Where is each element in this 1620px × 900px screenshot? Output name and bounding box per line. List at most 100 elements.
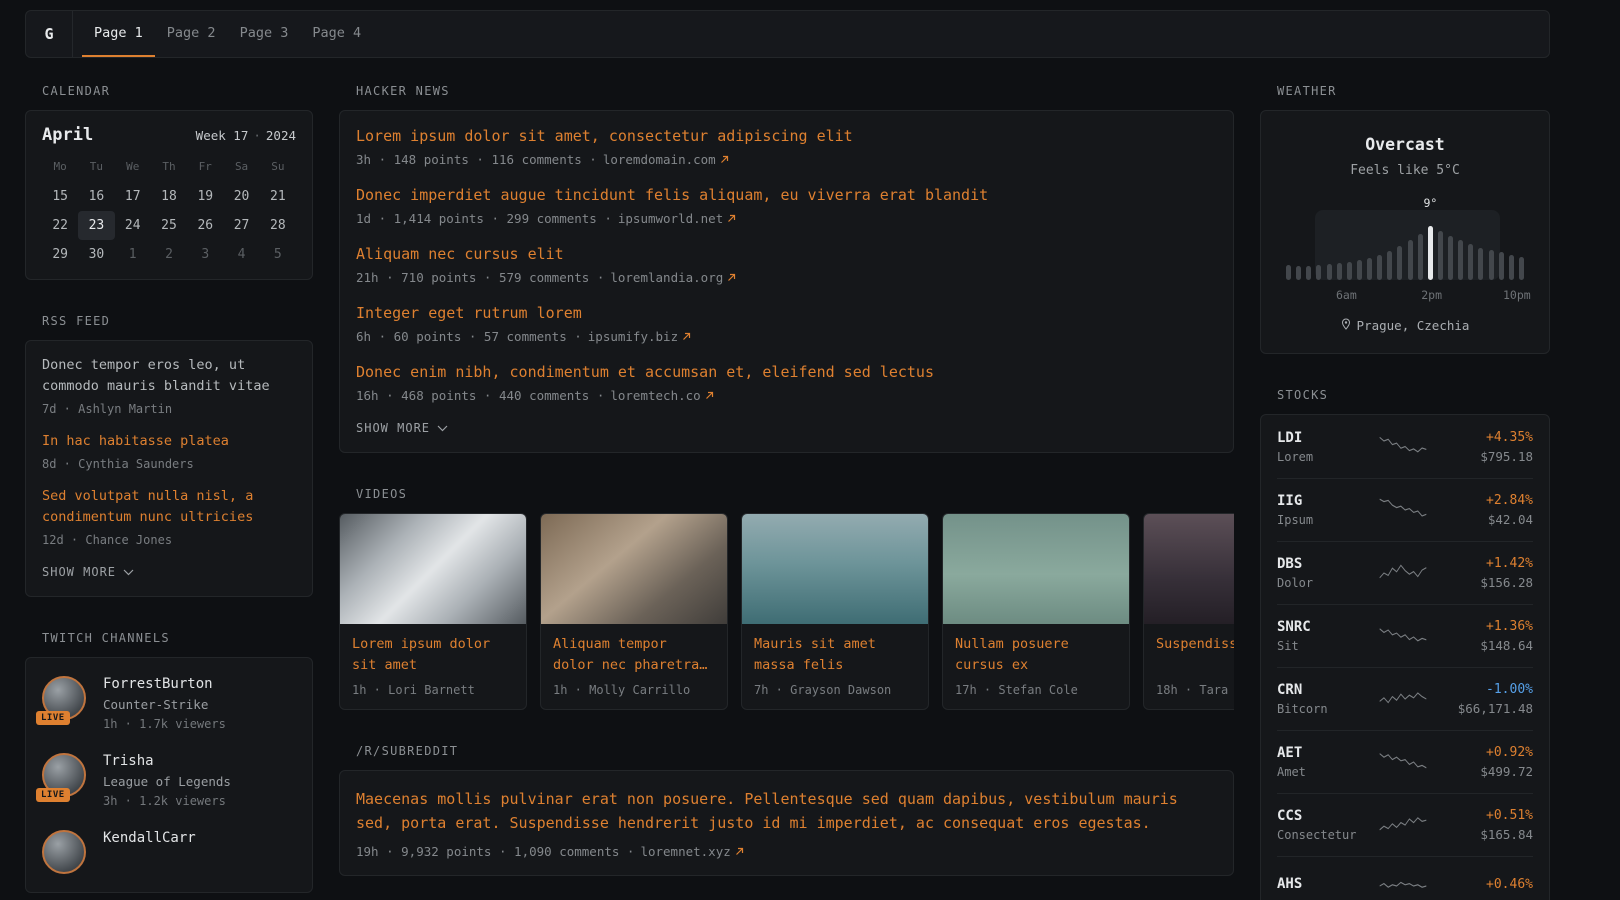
video-thumbnail[interactable] xyxy=(943,514,1129,624)
video-title[interactable]: Suspendisse diam xyxy=(1156,634,1234,676)
weather-bar xyxy=(1509,255,1514,280)
weather-condition: Overcast xyxy=(1277,135,1533,154)
right-column: WEATHER Overcast Feels like 5°C 9° 6am 2… xyxy=(1260,84,1550,900)
video-card: Suspendisse diam 18h · Tara xyxy=(1143,513,1234,710)
stock-sparkline xyxy=(1379,558,1427,588)
dot-separator: · xyxy=(253,128,261,143)
tab-page-2[interactable]: Page 2 xyxy=(155,11,228,57)
post-title[interactable]: Maecenas mollis pulvinar erat non posuer… xyxy=(356,787,1217,835)
hn-item-title[interactable]: Aliquam nec cursus elit xyxy=(356,245,1217,263)
hn-domain-link[interactable]: ipsumworld.net xyxy=(618,211,736,226)
stock-name: Amet xyxy=(1277,765,1373,779)
video-title[interactable]: Aliquam tempor dolor nec pharetra… xyxy=(553,634,715,676)
rss-item: Sed volutpat nulla nisl, a condimentum n… xyxy=(42,486,296,547)
show-more-button[interactable]: SHOW MORE xyxy=(356,421,448,435)
stock-price: $66,171.48 xyxy=(1433,701,1533,716)
hn-item: Lorem ipsum dolor sit amet, consectetur … xyxy=(356,127,1217,167)
weather-bar xyxy=(1367,258,1372,280)
stock-price: $148.64 xyxy=(1433,638,1533,653)
tab-page-1[interactable]: Page 1 xyxy=(82,11,155,57)
content-columns: CALENDAR April Week 17·2024 Mo Tu We Th … xyxy=(25,84,1550,900)
twitch-channel[interactable]: LIVE Trisha League of Legends 3h · 1.2k … xyxy=(42,753,296,808)
calendar-day: 16 xyxy=(78,182,114,211)
stock-sparkline xyxy=(1379,684,1427,714)
hn-domain: loremlandia.org xyxy=(610,270,723,285)
calendar-day: 19 xyxy=(187,182,223,211)
video-title[interactable]: Lorem ipsum dolor sit amet consectetu… xyxy=(352,634,514,676)
video-thumbnail[interactable] xyxy=(340,514,526,624)
rss-item-meta: 8d · Cynthia Saunders xyxy=(42,457,296,471)
day-header: Su xyxy=(260,155,296,182)
twitch-channel[interactable]: LIVE ForrestBurton Counter-Strike 1h · 1… xyxy=(42,676,296,731)
video-thumbnail[interactable] xyxy=(742,514,928,624)
stock-ticker: IIG xyxy=(1277,493,1373,509)
calendar-day-next-month: 2 xyxy=(151,240,187,269)
stock-sparkline xyxy=(1379,495,1427,525)
hn-item-title[interactable]: Donec imperdiet augue tincidunt felis al… xyxy=(356,186,1217,204)
weather-time-label: 10pm xyxy=(1503,288,1531,302)
stock-name: Consectetur xyxy=(1277,828,1373,842)
hackernews-widget: Lorem ipsum dolor sit amet, consectetur … xyxy=(339,110,1234,453)
rss-item-title[interactable]: Donec tempor eros leo, ut commodo mauris… xyxy=(42,355,296,397)
post-domain-link[interactable]: loremnet.xyz xyxy=(640,844,743,859)
video-body: Suspendisse diam 18h · Tara xyxy=(1144,624,1234,709)
weather-bar xyxy=(1408,240,1413,280)
stock-change: +0.46% xyxy=(1433,877,1533,892)
twitch-channel[interactable]: KendallCarr xyxy=(42,830,296,874)
tab-page-3[interactable]: Page 3 xyxy=(228,11,301,57)
hn-meta-text: 21h · 710 points · 579 comments · xyxy=(356,270,604,285)
hn-item-title[interactable]: Integer eget rutrum lorem xyxy=(356,304,1217,322)
stock-row[interactable]: IIG Ipsum +2.84% $42.04 xyxy=(1277,478,1533,541)
stock-price: $499.72 xyxy=(1433,764,1533,779)
calendar-day-next-month: 1 xyxy=(115,240,151,269)
weather-bar xyxy=(1306,266,1311,280)
stock-row[interactable]: AHS +0.46% xyxy=(1277,856,1533,900)
rss-item-title[interactable]: In hac habitasse platea xyxy=(42,431,296,452)
subreddit-section-title: /R/SUBREDDIT xyxy=(356,744,1234,758)
channel-meta: 3h · 1.2k viewers xyxy=(103,794,231,808)
stock-row[interactable]: CCS Consectetur +0.51% $165.84 xyxy=(1277,793,1533,856)
hn-item-meta: 6h · 60 points · 57 comments · ipsumify.… xyxy=(356,329,1217,344)
logo[interactable]: G xyxy=(26,11,73,57)
post-meta: 19h · 9,932 points · 1,090 comments · lo… xyxy=(356,844,1217,859)
weather-bar xyxy=(1387,251,1392,280)
show-more-button[interactable]: SHOW MORE xyxy=(42,565,134,579)
stock-sparkline xyxy=(1379,871,1427,900)
stock-id: AET Amet xyxy=(1277,745,1373,779)
stock-ticker: LDI xyxy=(1277,430,1373,446)
stock-row[interactable]: SNRC Sit +1.36% $148.64 xyxy=(1277,604,1533,667)
video-title[interactable]: Nullam posuere cursus ex xyxy=(955,634,1117,676)
hn-item-title[interactable]: Donec enim nibh, condimentum et accumsan… xyxy=(356,363,1217,381)
channel-name: Trisha xyxy=(103,753,231,769)
middle-column: HACKER NEWS Lorem ipsum dolor sit amet, … xyxy=(339,84,1234,900)
rss-item-title[interactable]: Sed volutpat nulla nisl, a condimentum n… xyxy=(42,486,296,528)
stock-row[interactable]: AET Amet +0.92% $499.72 xyxy=(1277,730,1533,793)
hn-item-meta: 1d · 1,414 points · 299 comments · ipsum… xyxy=(356,211,1217,226)
stock-ticker: SNRC xyxy=(1277,619,1373,635)
dashboard-page: G Page 1 Page 2 Page 3 Page 4 CALENDAR A… xyxy=(0,0,1620,900)
hn-item-title[interactable]: Lorem ipsum dolor sit amet, consectetur … xyxy=(356,127,1217,145)
stock-row[interactable]: DBS Dolor +1.42% $156.28 xyxy=(1277,541,1533,604)
stock-row[interactable]: LDI Lorem +4.35% $795.18 xyxy=(1277,416,1533,478)
stock-row[interactable]: CRN Bitcorn -1.00% $66,171.48 xyxy=(1277,667,1533,730)
stock-change: +0.51% xyxy=(1433,808,1533,823)
post-domain: loremnet.xyz xyxy=(640,844,730,859)
video-title[interactable]: Mauris sit amet massa felis xyxy=(754,634,916,676)
weather-location: Prague, Czechia xyxy=(1357,318,1470,333)
hn-domain-link[interactable]: loremlandia.org xyxy=(610,270,736,285)
weather-time-label: 6am xyxy=(1336,288,1357,302)
video-thumbnail[interactable] xyxy=(1144,514,1234,624)
tab-page-4[interactable]: Page 4 xyxy=(300,11,373,57)
stock-id: SNRC Sit xyxy=(1277,619,1373,653)
video-thumbnail[interactable] xyxy=(541,514,727,624)
calendar-day: 17 xyxy=(115,182,151,211)
calendar-day-next-month: 4 xyxy=(223,240,259,269)
hackernews-section: HACKER NEWS Lorem ipsum dolor sit amet, … xyxy=(339,84,1234,453)
hn-domain-link[interactable]: ipsumify.biz xyxy=(588,329,691,344)
hn-domain-link[interactable]: loremtech.co xyxy=(610,388,713,403)
calendar-header: April Week 17·2024 xyxy=(42,125,296,145)
weather-bar xyxy=(1296,266,1301,280)
weather-widget: Overcast Feels like 5°C 9° 6am 2pm 10pm xyxy=(1260,110,1550,354)
hn-domain-link[interactable]: loremdomain.com xyxy=(603,152,729,167)
weather-bar xyxy=(1327,264,1332,280)
